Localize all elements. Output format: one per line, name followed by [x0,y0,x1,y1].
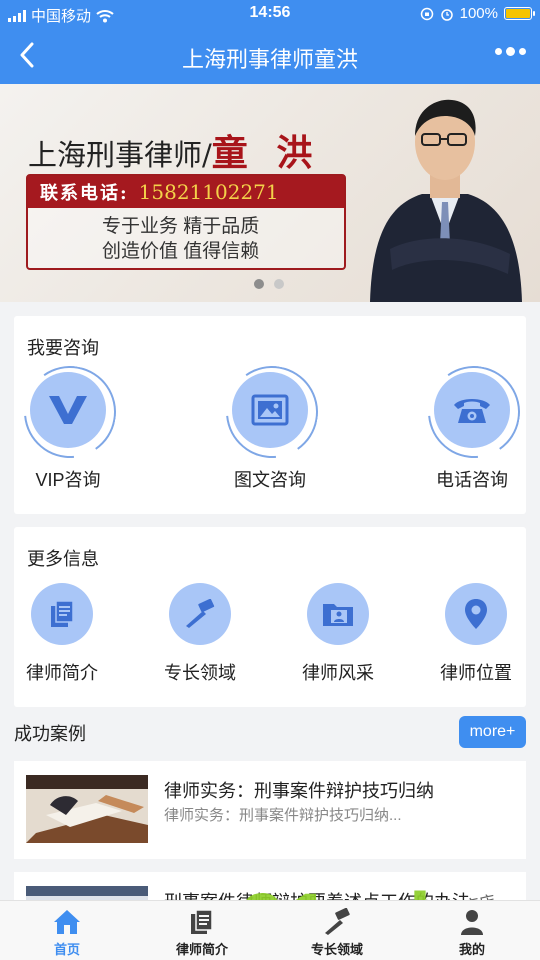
tab-home[interactable]: 首页 [17,907,117,958]
tab-lawyer-profile-label: 律师简介 [175,942,228,957]
more-dot-icon [506,47,515,56]
lawyer-profile-label: 律师简介 [26,663,98,683]
carousel-dot-1[interactable] [254,279,264,289]
banner-headline-text: 上海刑事律师/ [28,138,212,172]
vip-consult-button[interactable]: VIP咨询 [3,372,133,492]
case-title: 律师实务：刑事案件辩护技巧归纳 [164,781,434,801]
lawyer-location-label: 律师位置 [440,663,512,683]
banner-contact-box: 联系电话: 15821102271 专于业务 精于品质 创造价值 值得信赖 [26,174,346,270]
lawyer-style-button[interactable]: 律师风采 [278,583,398,685]
phone-label: 联系电话: [40,183,129,204]
battery-fill [506,9,530,18]
tab-expertise-label: 专长领域 [310,942,363,957]
carousel-dot-2[interactable] [274,279,284,289]
expertise-label: 专长领域 [164,663,236,683]
slogan-line-1: 专于业务 精于品质 [102,216,260,237]
tab-mine[interactable]: 我的 [422,907,522,958]
alarm-icon [440,8,453,21]
banner-headline: 上海刑事律师/童 洪 [28,124,320,176]
gavel-icon [169,583,231,645]
vip-consult-label: VIP咨询 [35,470,101,490]
case-list-item[interactable]: 律师实务：刑事案件辩护技巧归纳 律师实务：刑事案件辩护技巧归纳... [14,761,526,859]
document-icon [31,583,93,645]
telephone-icon [434,372,510,448]
banner-lawyer-name: 童 洪 [211,132,321,174]
expertise-button[interactable]: 专长领域 [140,583,260,685]
banner-phone-bar: 联系电话: 15821102271 [28,176,344,208]
lawyer-style-label: 律师风采 [302,663,374,683]
page-title: 上海刑事律师童洪 [181,47,358,72]
image-text-consult-button[interactable]: 图文咨询 [205,372,335,492]
folder-person-icon [307,583,369,645]
more-info-title: 更多信息 [27,549,99,569]
slogan-line-2: 创造价值 值得信赖 [102,241,260,262]
banner-slogan: 专于业务 精于品质 创造价值 值得信赖 [102,214,259,264]
orientation-lock-icon [420,7,433,20]
battery-icon [504,7,535,20]
status-bar: 中国移动 14:56 100% [0,0,540,28]
tab-lawyer-profile[interactable]: 律师简介 [152,907,252,958]
bottom-tab-bar: 首页 律师简介 专长领域 我的 [0,900,540,960]
more-dot-icon [495,48,502,55]
phone-consult-button[interactable]: 电话咨询 [407,372,537,492]
image-icon [232,372,308,448]
more-info-card: 更多信息 律师简介 专长领域 律师风采 律师位置 [14,527,526,707]
image-text-consult-label: 图文咨询 [234,470,306,490]
gavel-icon [287,907,387,937]
lawyer-portrait [370,99,522,302]
location-pin-icon [445,583,507,645]
person-icon [422,907,522,937]
consult-card: 我要咨询 VIP咨询 图文咨询 电话咨询 [14,316,526,514]
tab-expertise[interactable]: 专长领域 [287,907,387,958]
status-right: 100% [420,5,535,22]
nav-bar: 上海刑事律师童洪 [0,28,540,84]
carousel-dots[interactable] [254,279,284,289]
more-dot-icon [519,48,526,55]
vip-icon [30,372,106,448]
home-icon [17,907,117,937]
consult-title: 我要咨询 [27,338,99,358]
case-thumbnail [26,775,148,843]
document-icon [152,907,252,937]
more-menu-button[interactable] [495,47,526,56]
battery-percent: 100% [459,5,498,22]
phone-consult-label: 电话咨询 [436,470,508,490]
lawyer-location-button[interactable]: 律师位置 [416,583,536,685]
phone-number: 15821102271 [138,180,279,204]
banner-carousel[interactable]: 上海刑事律师/童 洪 联系电话: 15821102271 专于业务 精于品质 创… [0,84,540,302]
lawyer-profile-button[interactable]: 律师简介 [2,583,122,685]
cases-section-title: 成功案例 [14,724,86,744]
cases-more-button[interactable]: more+ [459,716,526,748]
tab-mine-label: 我的 [458,942,485,957]
tab-home-label: 首页 [53,942,80,957]
case-summary: 律师实务：刑事案件辩护技巧归纳... [164,807,402,824]
